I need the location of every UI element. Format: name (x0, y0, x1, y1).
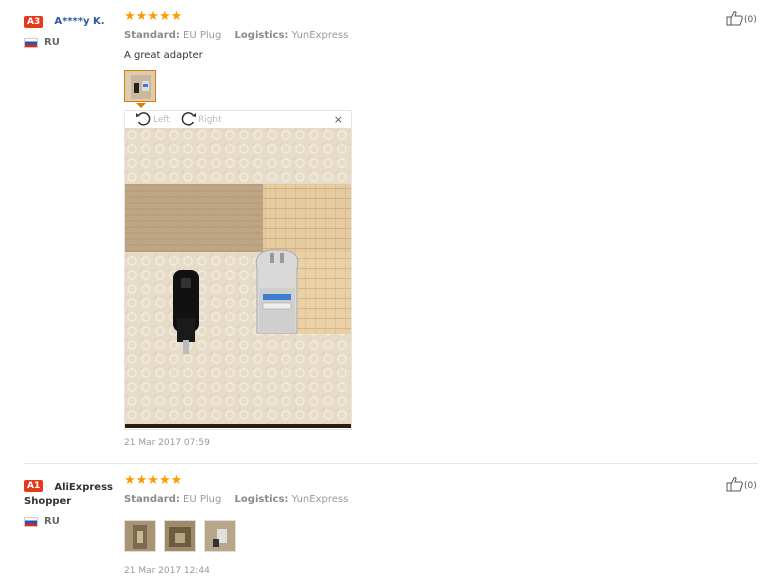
standard-value: EU Plug (183, 494, 222, 505)
rotate-left-button[interactable]: Left (135, 111, 170, 129)
photo-thumbnail[interactable] (204, 520, 236, 552)
thumbs-up-icon (726, 10, 744, 29)
standard-label: Standard: (124, 494, 180, 505)
thumbs-up-icon (726, 476, 744, 495)
reviewer-name: AliExpress (54, 482, 113, 493)
country-code: RU (44, 37, 60, 48)
star-rating: ★★★★★ (124, 473, 183, 488)
like-count: (0) (744, 14, 757, 25)
reviewer-info: A3 A****y K. RU (24, 11, 105, 48)
review-date: 21 Mar 2017 07:59 (124, 438, 210, 448)
reviewer-country: RU (24, 516, 119, 527)
order-info: Standard: EU Plug Logistics: YunExpress (124, 494, 348, 505)
rotate-right-button[interactable]: Right (180, 111, 222, 129)
review-photos (124, 520, 236, 552)
like-button[interactable]: (0) (726, 476, 757, 495)
review-photo (125, 128, 351, 428)
like-button[interactable]: (0) (726, 10, 757, 29)
review-date: 21 Mar 2017 12:44 (124, 566, 210, 576)
thumbnail-pointer (136, 103, 146, 108)
flag-ru-icon (24, 37, 38, 48)
photo-thumbnail[interactable] (124, 70, 156, 102)
flag-ru-icon (24, 516, 38, 527)
review-divider (24, 463, 758, 464)
standard-value: EU Plug (183, 30, 222, 41)
rotate-right-icon (180, 111, 198, 129)
reviewer-name-line2: Shopper (24, 496, 72, 507)
logistics-value: YunExpress (291, 494, 349, 505)
review-photos (124, 70, 156, 102)
order-info: Standard: EU Plug Logistics: YunExpress (124, 30, 348, 41)
star-rating: ★★★★★ (124, 9, 183, 24)
country-code: RU (44, 516, 60, 527)
close-icon[interactable]: × (334, 113, 343, 126)
photo-thumbnail[interactable] (124, 520, 156, 552)
like-count: (0) (744, 480, 757, 491)
reviewer-name[interactable]: A****y K. (54, 16, 104, 27)
photo-thumbnail[interactable] (164, 520, 196, 552)
review-text: A great adapter (124, 50, 203, 61)
reviewer-info: A1 AliExpress Shopper RU (24, 475, 119, 527)
level-badge: A3 (24, 15, 44, 28)
reviewer-country: RU (24, 37, 105, 48)
logistics-label: Logistics: (234, 494, 289, 505)
standard-label: Standard: (124, 30, 180, 41)
rotate-left-icon (135, 111, 153, 129)
photo-viewer: Left Right × (124, 110, 352, 430)
logistics-value: YunExpress (291, 30, 349, 41)
logistics-label: Logistics: (234, 30, 289, 41)
rotate-left-label: Left (153, 114, 170, 125)
rotate-right-label: Right (197, 114, 222, 125)
level-badge: A1 (24, 479, 44, 492)
viewer-toolbar: Left Right × (125, 111, 351, 128)
